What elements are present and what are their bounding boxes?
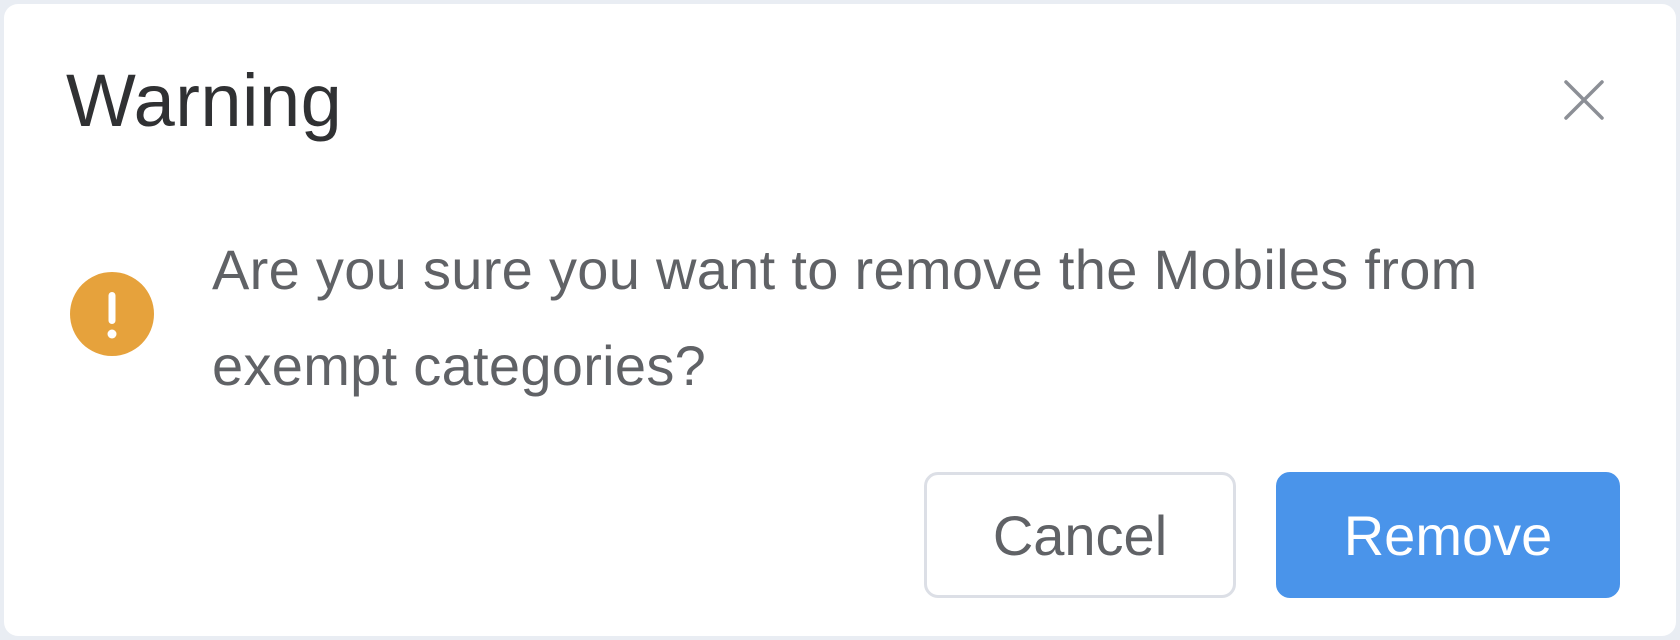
remove-button[interactable]: Remove [1276,472,1620,598]
close-button[interactable] [1560,76,1608,124]
warning-icon [70,272,154,356]
close-icon [1564,80,1604,120]
dialog-title: Warning [66,59,343,142]
dialog-message: Are you sure you want to remove the Mobi… [212,238,1478,397]
cancel-button[interactable]: Cancel [924,472,1236,598]
warning-dialog: Warning Are you sure you want to remove … [4,4,1676,636]
